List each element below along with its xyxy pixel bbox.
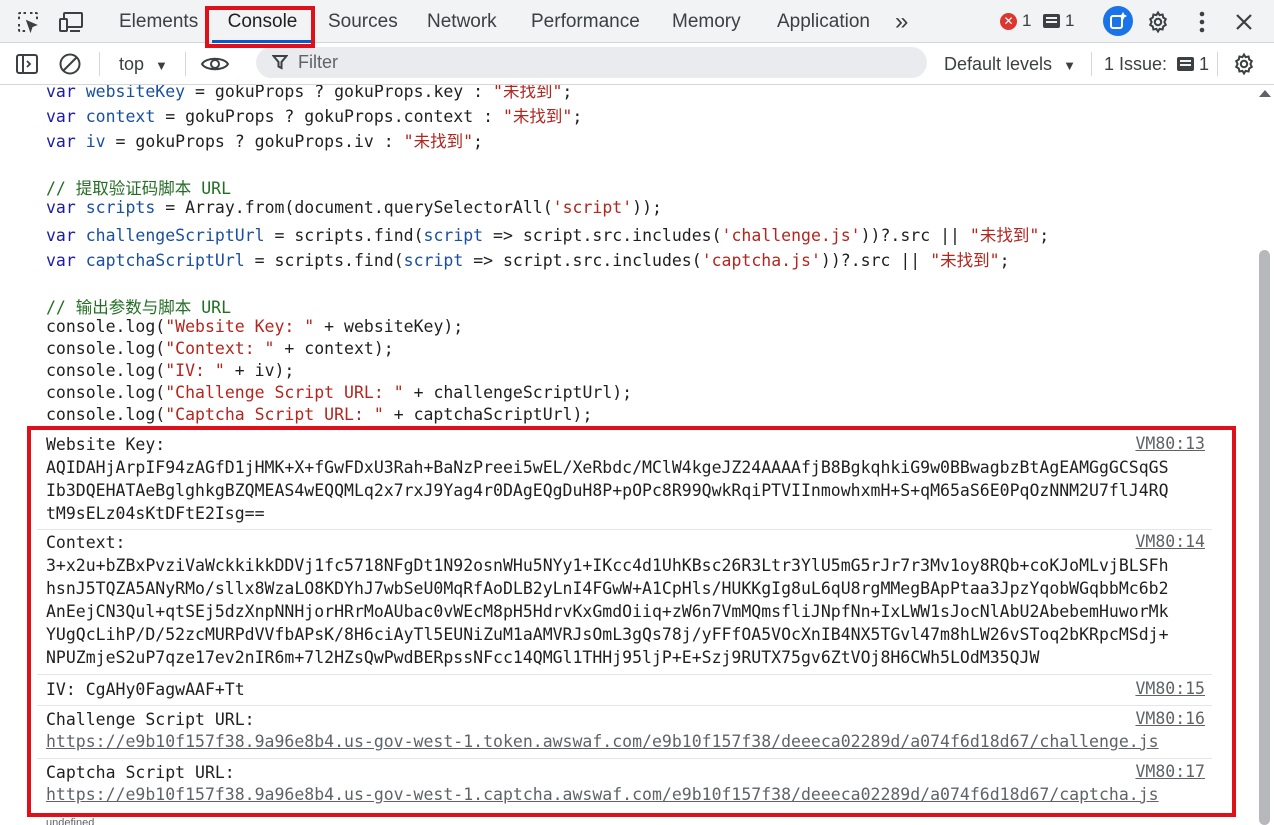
filter-funnel-icon xyxy=(271,54,289,76)
scroll-up-arrow-icon[interactable] xyxy=(1259,90,1271,97)
code-comment: // 输出参数与脚本 URL xyxy=(46,298,232,317)
log-message-website-key[interactable]: Website Key: AQIDAHjArpIF94zAGfD1jHMK+X+… xyxy=(46,434,1169,526)
console-output-area[interactable]: var websiteKey = gokuProps ? gokuProps.k… xyxy=(0,85,1274,825)
code-line: console.log("Website Key: " + websiteKey… xyxy=(46,317,464,336)
devtools-tab-bar: Elements Console Sources Network Perform… xyxy=(0,0,1274,43)
issues-button[interactable]: 1 Issue: 1 xyxy=(1104,43,1209,85)
message-count: 1 xyxy=(1065,11,1075,30)
toolbar-divider xyxy=(1091,52,1092,76)
message-divider xyxy=(37,674,1212,675)
message-divider xyxy=(37,758,1212,759)
log-levels-label: Default levels xyxy=(944,54,1053,74)
more-tabs-chevron-icon[interactable]: » xyxy=(895,0,908,43)
issues-count: 1 xyxy=(1199,54,1210,74)
tab-performance[interactable]: Performance xyxy=(531,0,640,43)
close-devtools-icon[interactable] xyxy=(1231,9,1257,35)
toolbar-divider xyxy=(99,52,100,76)
issues-label: 1 Issue: xyxy=(1104,54,1168,74)
tab-network[interactable]: Network xyxy=(427,0,497,43)
filter-box[interactable] xyxy=(256,47,927,78)
issues-message-icon xyxy=(1177,57,1195,71)
log-source-link[interactable]: VM80:16 xyxy=(1135,709,1205,728)
context-dropdown-chevron-icon: ▼ xyxy=(155,58,168,73)
code-line: console.log("IV: " + iv); xyxy=(46,361,295,380)
return-value-partial: undefined xyxy=(46,817,95,825)
sidebar-toggle-icon[interactable] xyxy=(14,51,40,77)
error-count: 1 xyxy=(1022,11,1032,30)
code-line: var iv = gokuProps ? gokuProps.iv : "未找到… xyxy=(46,132,483,151)
log-source-link[interactable]: VM80:13 xyxy=(1135,434,1205,453)
code-line: console.log("Challenge Script URL: " + c… xyxy=(46,383,633,402)
code-line: var context = gokuProps ? gokuProps.cont… xyxy=(46,107,583,126)
message-divider xyxy=(37,705,1212,706)
console-scrollbar-thumb[interactable] xyxy=(1259,250,1270,825)
log-source-link[interactable]: VM80:15 xyxy=(1135,679,1205,698)
filter-input[interactable] xyxy=(298,47,908,78)
message-icon xyxy=(1043,14,1060,28)
live-expression-eye-icon[interactable] xyxy=(200,51,230,77)
tab-elements[interactable]: Elements xyxy=(119,0,198,43)
log-message-iv[interactable]: IV: CgAHy0FagwAAF+Tt xyxy=(46,679,245,702)
captcha-script-url-link[interactable]: https://e9b10f157f38.9a96e8b4.us-gov-wes… xyxy=(46,785,1159,804)
settings-gear-icon[interactable] xyxy=(1145,9,1171,35)
tab-sources[interactable]: Sources xyxy=(328,0,398,43)
toolbar-divider xyxy=(185,52,186,76)
code-line: var websiteKey = gokuProps ? gokuProps.k… xyxy=(46,85,573,101)
code-line: console.log("Captcha Script URL: " + cap… xyxy=(46,405,593,424)
log-message-captcha-label: Captcha Script URL: xyxy=(46,763,235,782)
code-line: var challengeScriptUrl = scripts.find(sc… xyxy=(46,226,1050,245)
console-toolbar: top ▼ Default levels ▼ 1 Issue: 1 xyxy=(0,43,1274,85)
log-message-context[interactable]: Context: 3+x2u+bZBxPvziVaWckkikkDDVj1fc5… xyxy=(46,532,1169,669)
code-line: var captchaScriptUrl = scripts.find(scri… xyxy=(46,251,1010,270)
context-selector[interactable]: top ▼ xyxy=(119,43,168,85)
message-count-badge[interactable]: 1 xyxy=(1043,11,1074,31)
tab-application[interactable]: Application xyxy=(777,0,870,43)
tab-console[interactable]: Console xyxy=(212,0,313,43)
ai-assistance-icon[interactable] xyxy=(1103,6,1133,36)
code-comment: // 提取验证码脚本 URL xyxy=(46,179,232,198)
code-line: var scripts = Array.from(document.queryS… xyxy=(46,198,662,217)
device-toolbar-icon[interactable] xyxy=(58,9,84,35)
console-settings-gear-icon[interactable] xyxy=(1231,51,1257,77)
inspect-element-icon[interactable] xyxy=(15,9,41,35)
log-levels-dropdown[interactable]: Default levels ▼ xyxy=(944,43,1076,85)
challenge-script-url-link[interactable]: https://e9b10f157f38.9a96e8b4.us-gov-wes… xyxy=(46,732,1159,751)
levels-chevron-icon: ▼ xyxy=(1063,58,1076,73)
log-message-challenge-label: Challenge Script URL: xyxy=(46,710,255,729)
context-selector-label: top xyxy=(119,54,145,74)
log-source-link[interactable]: VM80:14 xyxy=(1135,532,1205,551)
error-x-icon: ✕ xyxy=(1000,12,1017,30)
message-divider xyxy=(37,529,1212,530)
clear-console-icon[interactable] xyxy=(57,51,83,77)
log-source-link[interactable]: VM80:17 xyxy=(1135,762,1205,781)
more-options-kebab-icon[interactable] xyxy=(1189,9,1215,35)
error-count-badge[interactable]: ✕ 1 xyxy=(1000,11,1031,31)
toolbar-divider xyxy=(1217,52,1218,76)
tab-memory[interactable]: Memory xyxy=(672,0,741,43)
code-line: console.log("Context: " + context); xyxy=(46,339,394,358)
